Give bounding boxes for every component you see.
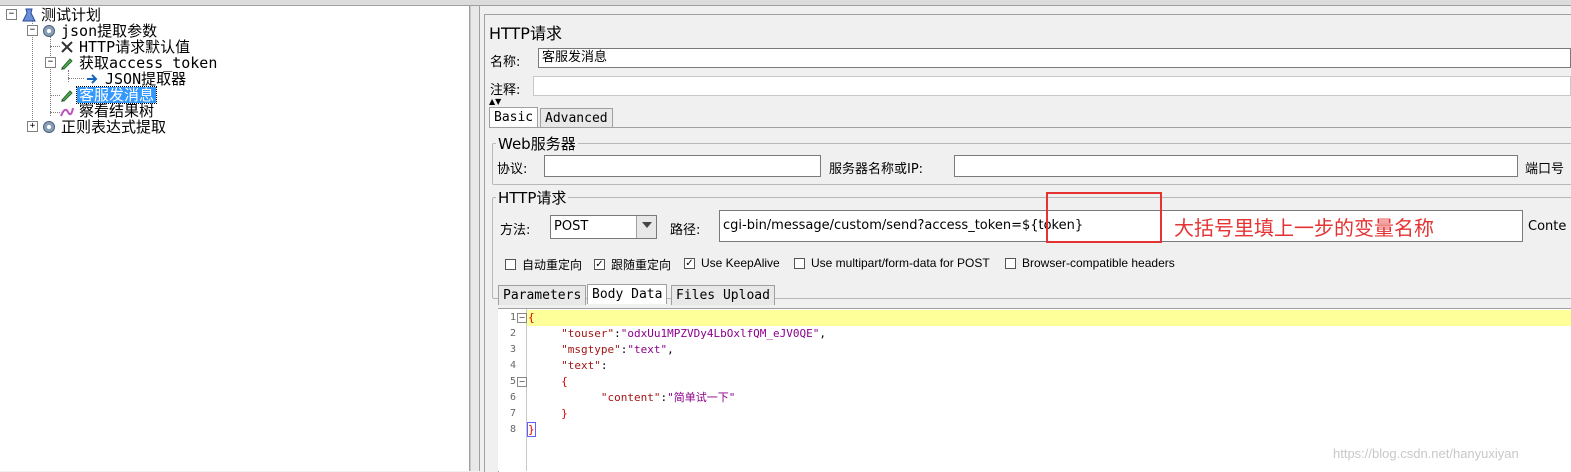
name-label: 名称: [490,55,521,70]
protocol-input[interactable] [544,155,821,177]
line-number: 4 [509,360,516,371]
chevron-down-icon[interactable] [636,216,656,238]
line-number: 7 [509,408,516,419]
code-line: "text": [561,359,608,372]
checkbox-label: 自动重定向 [522,258,583,272]
checkbox-box[interactable] [1005,257,1016,269]
path-label: 路径: [670,223,701,238]
listener-graph-icon [60,104,74,118]
method-select-value: POST [554,219,589,234]
pane-splitter[interactable] [470,6,480,471]
tab-advanced[interactable]: Advanced [540,108,613,128]
panel-title: HTTP请求 [489,24,562,43]
checkbox-multipart[interactable]: Use multipart/form-data for POST [794,256,990,270]
checkbox-label: Use KeepAlive [701,256,780,270]
tab-parameters[interactable]: Parameters [498,285,587,305]
name-field[interactable]: 客服发消息 [538,48,1571,68]
tree-item-label: 测试计划 [41,6,102,24]
tree-item-label: 客服发消息 [75,86,158,104]
comment-label: 注释: [490,83,521,98]
method-label: 方法: [500,223,531,238]
tree-connector [50,112,60,113]
current-line-highlight [527,310,1571,326]
pencil-sampler-icon [60,88,74,102]
collapse-toggle[interactable]: − [27,25,38,36]
watermark: https://blog.csdn.net/hanyuxiyan [1333,446,1519,461]
web-server-legend: Web服务器 [496,133,578,154]
checkbox-keepalive[interactable]: ✓ Use KeepAlive [684,256,780,270]
code-line: } [561,407,568,420]
collapse-toggle[interactable]: − [6,9,17,20]
checkbox-box[interactable]: ✓ [594,259,605,270]
tree-connector [50,36,51,116]
protocol-label: 协议: [497,162,528,177]
content-encoding-label: Conte [1528,219,1567,234]
tree-item-label: HTTP请求默认值 [79,38,191,56]
line-number: 3 [509,344,516,355]
thread-group-gear-icon [42,120,56,134]
line-number: 2 [509,328,516,339]
tree-item-label: 正则表达式提取 [61,118,167,136]
tab-basic[interactable]: Basic [489,107,539,127]
code-line: "touser":"odxUu1MPZVDy4LbOxlfQM_eJV0QE", [561,327,827,340]
tree-connector [68,78,84,79]
tree-connector [50,95,60,96]
test-plan-tree[interactable]: − − − + 测试计划 json提取参数 HTTP请求默认值 获取access… [0,6,470,471]
line-number: 6 [509,392,516,403]
tree-item-regex-extract[interactable]: 正则表达式提取 [42,118,168,136]
tree-item-label: 获取access_token [79,54,218,72]
checkbox-label: Use multipart/form-data for POST [811,256,990,270]
fold-toggle[interactable]: − [517,313,527,323]
tree-item-label: 察看结果树 [79,102,155,120]
code-line: } [527,422,536,437]
port-label: 端口号 [1525,162,1565,177]
code-line: { [528,311,535,324]
checkbox-label: Browser-compatible headers [1022,256,1175,270]
method-select[interactable]: POST [550,215,657,239]
test-plan-icon [22,8,36,22]
splitter-arrows-icon[interactable]: ▲▼ [489,97,501,106]
fold-toggle[interactable]: − [517,377,527,387]
checkbox-browser-headers[interactable]: Browser-compatible headers [1005,256,1175,270]
checkbox-auto-redirect[interactable]: 自动重定向 [505,256,582,273]
annotation-text: 大括号里填上一步的变量名称 [1174,216,1434,240]
scissors-config-icon [60,40,74,54]
tree-item-label: JSON提取器 [105,70,187,88]
checkbox-box[interactable]: ✓ [684,257,695,269]
tab-body-data[interactable]: Body Data [587,284,668,304]
expand-toggle[interactable]: + [27,121,38,132]
server-input[interactable] [954,155,1518,177]
pencil-sampler-icon [60,56,74,70]
tab-files-upload[interactable]: Files Upload [671,285,775,305]
tree-connector [50,46,60,47]
checkbox-box[interactable] [794,257,805,269]
comment-field[interactable] [533,76,1571,96]
http-request-legend: HTTP请求 [496,187,569,208]
line-number: 5 [509,376,516,387]
thread-group-gear-icon [42,24,56,38]
arrow-extractor-icon [86,72,100,86]
checkbox-box[interactable] [505,259,516,270]
checkbox-label: 跟随重定向 [611,258,672,272]
code-line: { [561,375,568,388]
tree-item-label: json提取参数 [61,22,158,40]
code-line: "content":"简单试一下" [600,391,736,404]
line-number: 1 [509,312,516,323]
checkbox-follow-redirects[interactable]: ✓ 跟随重定向 [594,256,671,273]
collapse-toggle[interactable]: − [45,57,56,68]
tab-strip-divider [489,127,1571,128]
line-number: 8 [509,424,516,435]
server-label: 服务器名称或IP: [829,162,924,177]
code-line: "msgtype":"text", [561,343,674,356]
annotation-highlight-box [1046,192,1162,243]
